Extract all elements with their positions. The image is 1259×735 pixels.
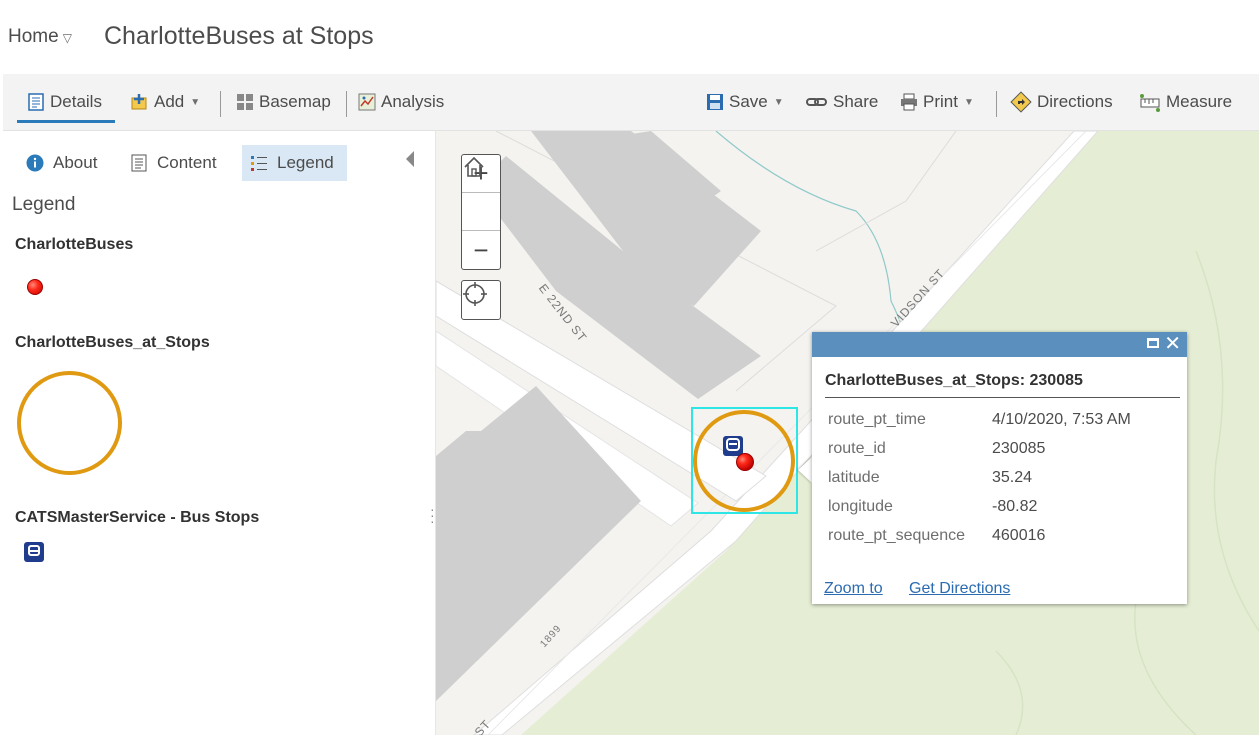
toolbar-divider [996,91,997,117]
zoom-out-button[interactable]: − [462,231,500,269]
home-label: Home [8,26,59,47]
attribute-value: -80.82 [992,498,1038,515]
zoom-control: + − [461,154,501,270]
crosshair-icon [463,282,487,306]
attribute-value: 35.24 [992,469,1033,486]
page-title: CharlotteBuses at Stops [104,22,374,50]
attribute-value: 4/10/2020, 7:53 AM [992,411,1131,428]
home-icon [464,156,484,177]
legend-heading: Legend [12,194,76,215]
measure-label: Measure [1166,92,1233,111]
get-directions-link[interactable]: Get Directions [909,580,1010,598]
details-panel: About Content Legend Legend CharlotteBus… [0,131,436,735]
printer-icon [900,93,918,111]
add-button[interactable]: Add ▼ [131,90,200,114]
add-label: Add [154,92,185,111]
legend-layer-title: CharlotteBuses_at_Stops [15,334,210,351]
popup-pointer [798,457,812,483]
print-label: Print [923,92,958,111]
measure-icon [1139,93,1161,112]
popup-title: CharlotteBuses_at_Stops: 230085 [825,372,1083,389]
toolbar-divider [220,91,221,117]
chevron-down-icon: ▽ [62,31,72,45]
measure-button[interactable]: Measure [1139,90,1232,114]
legend-layer-title: CATSMasterService - Bus Stops [15,509,260,526]
analysis-button[interactable]: Analysis [358,90,444,114]
directions-sign-icon [1010,91,1032,113]
attribute-value: 230085 [992,440,1046,457]
details-label: Details [50,92,102,111]
attribute-key: route_id [828,440,886,457]
tab-content[interactable]: Content [122,145,225,181]
basemap-button[interactable]: Basemap [236,90,331,114]
tab-legend-label: Legend [277,153,334,172]
red-point-symbol-icon [27,279,43,295]
orange-ring-symbol-icon [17,371,122,475]
popup-divider [825,397,1180,398]
maximize-icon[interactable] [1147,338,1159,348]
save-label: Save [729,92,768,111]
analysis-label: Analysis [381,92,445,111]
attribute-key: route_pt_sequence [828,527,965,544]
feature-popup: ✕ CharlotteBuses_at_Stops: 230085 route_… [812,332,1187,604]
directions-label: Directions [1037,92,1113,111]
basemap-label: Basemap [259,92,331,111]
analysis-icon [358,93,376,111]
home-extent-button[interactable] [462,156,500,231]
legend-list-icon [250,154,268,172]
info-icon [26,154,44,172]
bus-stop-icon [24,542,44,562]
attribute-key: route_pt_time [828,411,926,428]
tab-about-label: About [53,153,98,172]
chevron-down-icon: ▼ [773,96,784,108]
save-icon [706,93,724,111]
map-toolbar: Details Add ▼ Basemap Analysis Save ▼ Sh… [3,74,1259,131]
share-button[interactable]: Share [806,90,878,114]
locate-button[interactable] [461,280,501,320]
tab-about[interactable]: About [18,145,105,181]
active-tab-indicator [17,120,115,123]
zoom-to-link[interactable]: Zoom to [824,580,883,598]
content-list-icon [130,154,148,172]
attribute-value: 460016 [992,527,1046,544]
popup-header: ✕ [812,332,1187,357]
attribute-key: longitude [828,498,893,515]
link-icon [806,93,828,111]
details-icon [27,93,45,111]
collapse-panel-icon[interactable] [406,151,414,167]
tab-legend[interactable]: Legend [242,145,347,181]
share-label: Share [833,92,879,111]
details-button[interactable]: Details [27,90,102,114]
legend-layer-title: CharlotteBuses [15,236,134,253]
attribute-key: latitude [828,469,880,486]
tab-content-label: Content [157,153,217,172]
print-button[interactable]: Print ▼ [900,90,974,114]
home-menu[interactable]: Home ▽ [8,26,72,48]
toolbar-divider [346,91,347,117]
basemap-grid-icon [236,93,254,111]
chevron-down-icon: ▼ [190,96,201,108]
add-layer-icon [131,93,149,111]
directions-button[interactable]: Directions [1010,90,1113,114]
close-icon[interactable]: ✕ [1164,333,1181,355]
chevron-down-icon: ▼ [963,96,974,108]
app-header: Home ▽ CharlotteBuses at Stops [0,0,1259,74]
panel-resize-handle[interactable]: · · · [430,502,435,528]
save-button[interactable]: Save ▼ [706,90,784,114]
